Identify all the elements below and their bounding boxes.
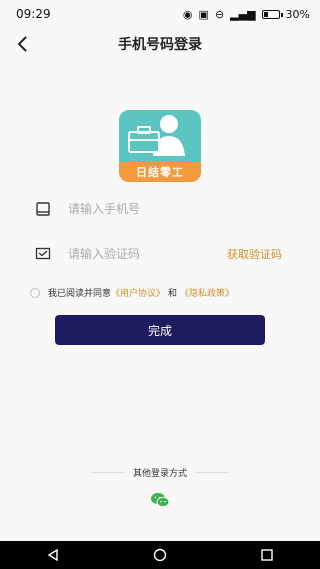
signal-icon: ▂▄▆	[230, 7, 256, 21]
wechat-icon	[151, 493, 170, 508]
phone-field	[34, 194, 282, 224]
circle-home-icon	[153, 548, 167, 562]
message-icon	[34, 245, 52, 263]
battery-icon	[261, 9, 283, 19]
status-time: 09:29	[16, 7, 51, 21]
square-recents-icon	[260, 549, 273, 561]
agreement-and: 和	[168, 289, 178, 299]
nav-recents-button[interactable]	[259, 547, 275, 563]
battery-percent: 30%	[285, 7, 310, 21]
phone-input[interactable]	[66, 201, 220, 217]
get-code-button[interactable]: 获取验证码	[227, 246, 282, 262]
status-bar: 09:29 ◉ ▣ ⊖ ▂▄▆ 30%	[0, 0, 320, 28]
nfc-icon: ▣	[198, 7, 209, 21]
eye-icon: ◉	[182, 7, 193, 21]
agreement-prefix: 我已阅读并同意	[48, 289, 112, 299]
other-login-label: 其他登录方式	[132, 469, 187, 479]
wechat-login-button[interactable]	[150, 492, 170, 508]
logo-text: 日结零工	[136, 166, 184, 179]
agree-checkbox[interactable]	[30, 287, 40, 298]
battery-fill	[263, 11, 268, 17]
app-logo: 日结零工	[119, 110, 201, 182]
worker-icon	[128, 115, 185, 156]
nav-back-button[interactable]	[45, 547, 61, 563]
alarm-icon: ⊖	[214, 7, 225, 21]
divider-left	[90, 472, 125, 473]
divider-right	[195, 472, 229, 473]
system-nav-bar	[0, 541, 320, 569]
agreement-row: 我已阅读并同意 《用户协议》 和 《隐私政策》	[30, 286, 300, 299]
submit-button[interactable]: 完成	[55, 315, 265, 345]
nav-bar: 手机号码登录	[0, 28, 320, 60]
phone-icon	[34, 200, 52, 218]
page-title: 手机号码登录	[118, 37, 202, 53]
triangle-back-icon	[48, 548, 59, 562]
other-login: 其他登录方式	[0, 466, 320, 479]
code-input[interactable]	[66, 246, 220, 262]
privacy-policy-link[interactable]: 《隐私政策》	[180, 286, 234, 299]
status-icons: ◉ ▣ ⊖ ▂▄▆ 30%	[183, 8, 310, 21]
logo-band: 日结零工	[119, 162, 201, 182]
user-agreement-link[interactable]: 《用户协议》	[111, 286, 165, 299]
nav-home-button[interactable]	[152, 547, 168, 563]
code-field: 获取验证码	[34, 239, 282, 269]
